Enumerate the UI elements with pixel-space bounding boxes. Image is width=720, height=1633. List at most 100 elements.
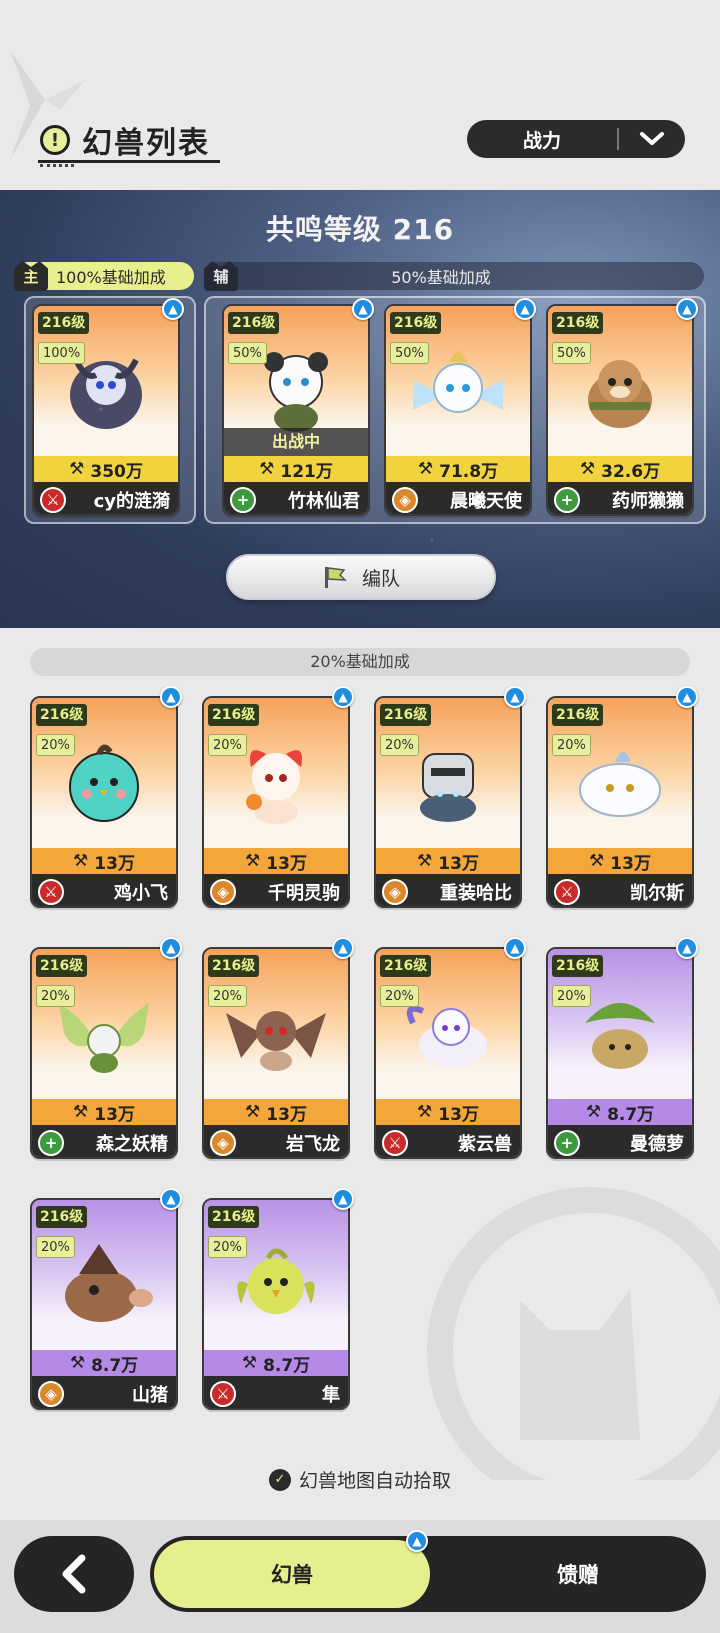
upgrade-arrow-icon[interactable]: ▲ bbox=[352, 298, 374, 320]
sort-dropdown[interactable]: 战力 bbox=[467, 120, 685, 158]
shield-role-icon: ◈ bbox=[382, 879, 408, 905]
main-bonus-text: 100%基础加成 bbox=[56, 268, 166, 287]
upgrade-arrow-icon[interactable]: ▲ bbox=[676, 298, 698, 320]
bonus-percent-badge: 20% bbox=[380, 734, 419, 756]
upgrade-arrow-icon[interactable]: ▲ bbox=[160, 686, 182, 708]
power-icon: ⚒ bbox=[73, 1102, 89, 1122]
upgrade-arrow-icon[interactable]: ▲ bbox=[332, 1188, 354, 1210]
beast-card[interactable]: 216级 20% ⚒ 8.7万 ◈ 山猪 bbox=[30, 1198, 178, 1410]
beast-card[interactable]: 216级 50% ⚒ 32.6万 + 药师獭獭 bbox=[546, 304, 694, 516]
beast-card[interactable]: 216级 20% ⚒ 8.7万 + 曼德萝 bbox=[546, 947, 694, 1159]
power-icon: ⚒ bbox=[245, 851, 261, 871]
aux-bonus-text: 50%基础加成 bbox=[391, 268, 491, 287]
beast-card[interactable]: 216级 100% ⚒ 350万 ⚔ cy的涟漪 bbox=[32, 304, 180, 516]
upgrade-icon: ▲ bbox=[406, 1530, 428, 1552]
beast-card[interactable]: 216级 20% ⚒ 13万 ⚔ 凯尔斯 bbox=[546, 696, 694, 908]
power-value: 13万 bbox=[94, 1104, 135, 1125]
beast-name: 山猪 bbox=[132, 1385, 168, 1406]
upgrade-arrow-icon[interactable]: ▲ bbox=[160, 937, 182, 959]
power-band: ⚒ 350万 bbox=[34, 456, 178, 482]
formation-button[interactable]: 编队 bbox=[226, 554, 496, 600]
resonance-panel: 共鸣等级 216 主 100%基础加成 辅 50%基础加成 216级 100% ⚒ 3… bbox=[0, 190, 720, 628]
power-icon: ⚒ bbox=[589, 851, 605, 871]
watermark-cat-icon bbox=[427, 1187, 720, 1480]
upgrade-arrow-icon[interactable]: ▲ bbox=[504, 686, 526, 708]
name-row: + 药师獭獭 bbox=[548, 482, 692, 514]
upgrade-arrow-icon[interactable]: ▲ bbox=[160, 1188, 182, 1210]
level-badge: 216级 bbox=[552, 312, 604, 334]
beast-card[interactable]: 216级 20% ⚒ 13万 ◈ 千明灵驹 bbox=[202, 696, 350, 908]
level-badge: 216级 bbox=[208, 704, 260, 726]
upgrade-arrow-icon[interactable]: ▲ bbox=[676, 686, 698, 708]
beast-card[interactable]: 216级 20% ⚒ 13万 ◈ 岩飞龙 bbox=[202, 947, 350, 1159]
shield-role-icon: ◈ bbox=[38, 1381, 64, 1407]
upgrade-arrow-icon[interactable]: ▲ bbox=[162, 298, 184, 320]
power-value: 13万 bbox=[438, 1104, 479, 1125]
back-button[interactable] bbox=[14, 1536, 134, 1612]
power-value: 350万 bbox=[90, 461, 143, 482]
level-badge: 216级 bbox=[38, 312, 90, 334]
power-value: 8.7万 bbox=[91, 1355, 139, 1376]
flag-icon bbox=[324, 567, 347, 588]
beast-card[interactable]: 216级 20% ⚒ 8.7万 ⚔ 隼 bbox=[202, 1198, 350, 1410]
name-row: ⚔ 隼 bbox=[204, 1376, 348, 1408]
card-background bbox=[548, 306, 692, 476]
power-value: 121万 bbox=[280, 461, 333, 482]
bonus-percent-badge: 50% bbox=[228, 342, 267, 364]
power-icon: ⚒ bbox=[585, 1102, 602, 1122]
power-band: ⚒ 8.7万 bbox=[32, 1350, 176, 1376]
beast-card[interactable]: 216级 20% ⚒ 13万 ⚔ 紫云兽 bbox=[374, 947, 522, 1159]
bottom-tabs: 幻兽 ▲ 馈赠 bbox=[150, 1530, 706, 1612]
power-icon: ⚒ bbox=[417, 459, 434, 479]
sword-role-icon: ⚔ bbox=[38, 879, 64, 905]
beast-card[interactable]: 216级 50% 出战中 ⚒ 121万 + 竹林仙君 bbox=[222, 304, 370, 516]
upgrade-arrow-icon[interactable]: ▲ bbox=[676, 937, 698, 959]
power-band: ⚒ 8.7万 bbox=[548, 1099, 692, 1125]
power-band: ⚒ 13万 bbox=[376, 848, 520, 874]
beast-name: 鸡小飞 bbox=[114, 883, 168, 904]
beast-name: 隼 bbox=[322, 1385, 340, 1406]
power-band: ⚒ 8.7万 bbox=[204, 1350, 348, 1376]
level-badge: 216级 bbox=[36, 1206, 88, 1228]
bonus-percent-badge: 100% bbox=[38, 342, 86, 364]
sort-label: 战力 bbox=[522, 129, 561, 152]
beast-name: 岩飞龙 bbox=[286, 1134, 340, 1155]
upgrade-arrow-icon[interactable]: ▲ bbox=[332, 686, 354, 708]
name-row: ◈ 重装哈比 bbox=[376, 874, 520, 906]
auto-pick-toggle[interactable]: ✓ 幻兽地图自动拾取 bbox=[0, 1466, 720, 1493]
bonus-percent-badge: 20% bbox=[552, 734, 591, 756]
sword-role-icon: ⚔ bbox=[210, 1381, 236, 1407]
tab-gift[interactable]: 馈赠 bbox=[450, 1536, 706, 1612]
plus-role-icon: + bbox=[554, 1130, 580, 1156]
beast-name: 千明灵驹 bbox=[268, 883, 340, 904]
name-row: ◈ 千明灵驹 bbox=[204, 874, 348, 906]
bonus-percent-badge: 20% bbox=[208, 985, 247, 1007]
name-row: ◈ 岩飞龙 bbox=[204, 1125, 348, 1157]
beast-card[interactable]: 216级 20% ⚒ 13万 ⚔ 鸡小飞 bbox=[30, 696, 178, 908]
info-icon[interactable]: ! bbox=[40, 125, 70, 155]
beast-card[interactable]: 216级 50% ⚒ 71.8万 ◈ 晨曦天使 bbox=[384, 304, 532, 516]
beast-name: 紫云兽 bbox=[458, 1134, 512, 1155]
resonance-level: 共鸣等级 216 bbox=[265, 213, 455, 246]
bonus-percent-badge: 50% bbox=[390, 342, 429, 364]
title-dots bbox=[40, 164, 74, 167]
beast-card[interactable]: 216级 20% ⚒ 13万 + 森之妖精 bbox=[30, 947, 178, 1159]
level-badge: 216级 bbox=[390, 312, 442, 334]
power-band: ⚒ 13万 bbox=[204, 848, 348, 874]
level-badge: 216级 bbox=[380, 704, 432, 726]
beast-portrait bbox=[403, 340, 513, 444]
tab-beasts[interactable]: 幻兽 bbox=[154, 1540, 430, 1608]
aux-tag: 辅 bbox=[204, 261, 238, 291]
level-badge: 216级 bbox=[228, 312, 280, 334]
beast-name: 药师獭獭 bbox=[612, 491, 684, 512]
auto-pick-label: 幻兽地图自动拾取 bbox=[298, 1470, 451, 1492]
name-row: ⚔ 鸡小飞 bbox=[32, 874, 176, 906]
upgrade-arrow-icon[interactable]: ▲ bbox=[332, 937, 354, 959]
upgrade-arrow-icon[interactable]: ▲ bbox=[514, 298, 536, 320]
beast-portrait bbox=[570, 340, 670, 444]
beast-card[interactable]: 216级 20% ⚒ 13万 ◈ 重装哈比 bbox=[374, 696, 522, 908]
shield-role-icon: ◈ bbox=[392, 487, 418, 513]
tab-beasts-label: 幻兽 bbox=[271, 1563, 313, 1587]
upgrade-arrow-icon[interactable]: ▲ bbox=[504, 937, 526, 959]
check-icon: ✓ bbox=[268, 1468, 291, 1491]
